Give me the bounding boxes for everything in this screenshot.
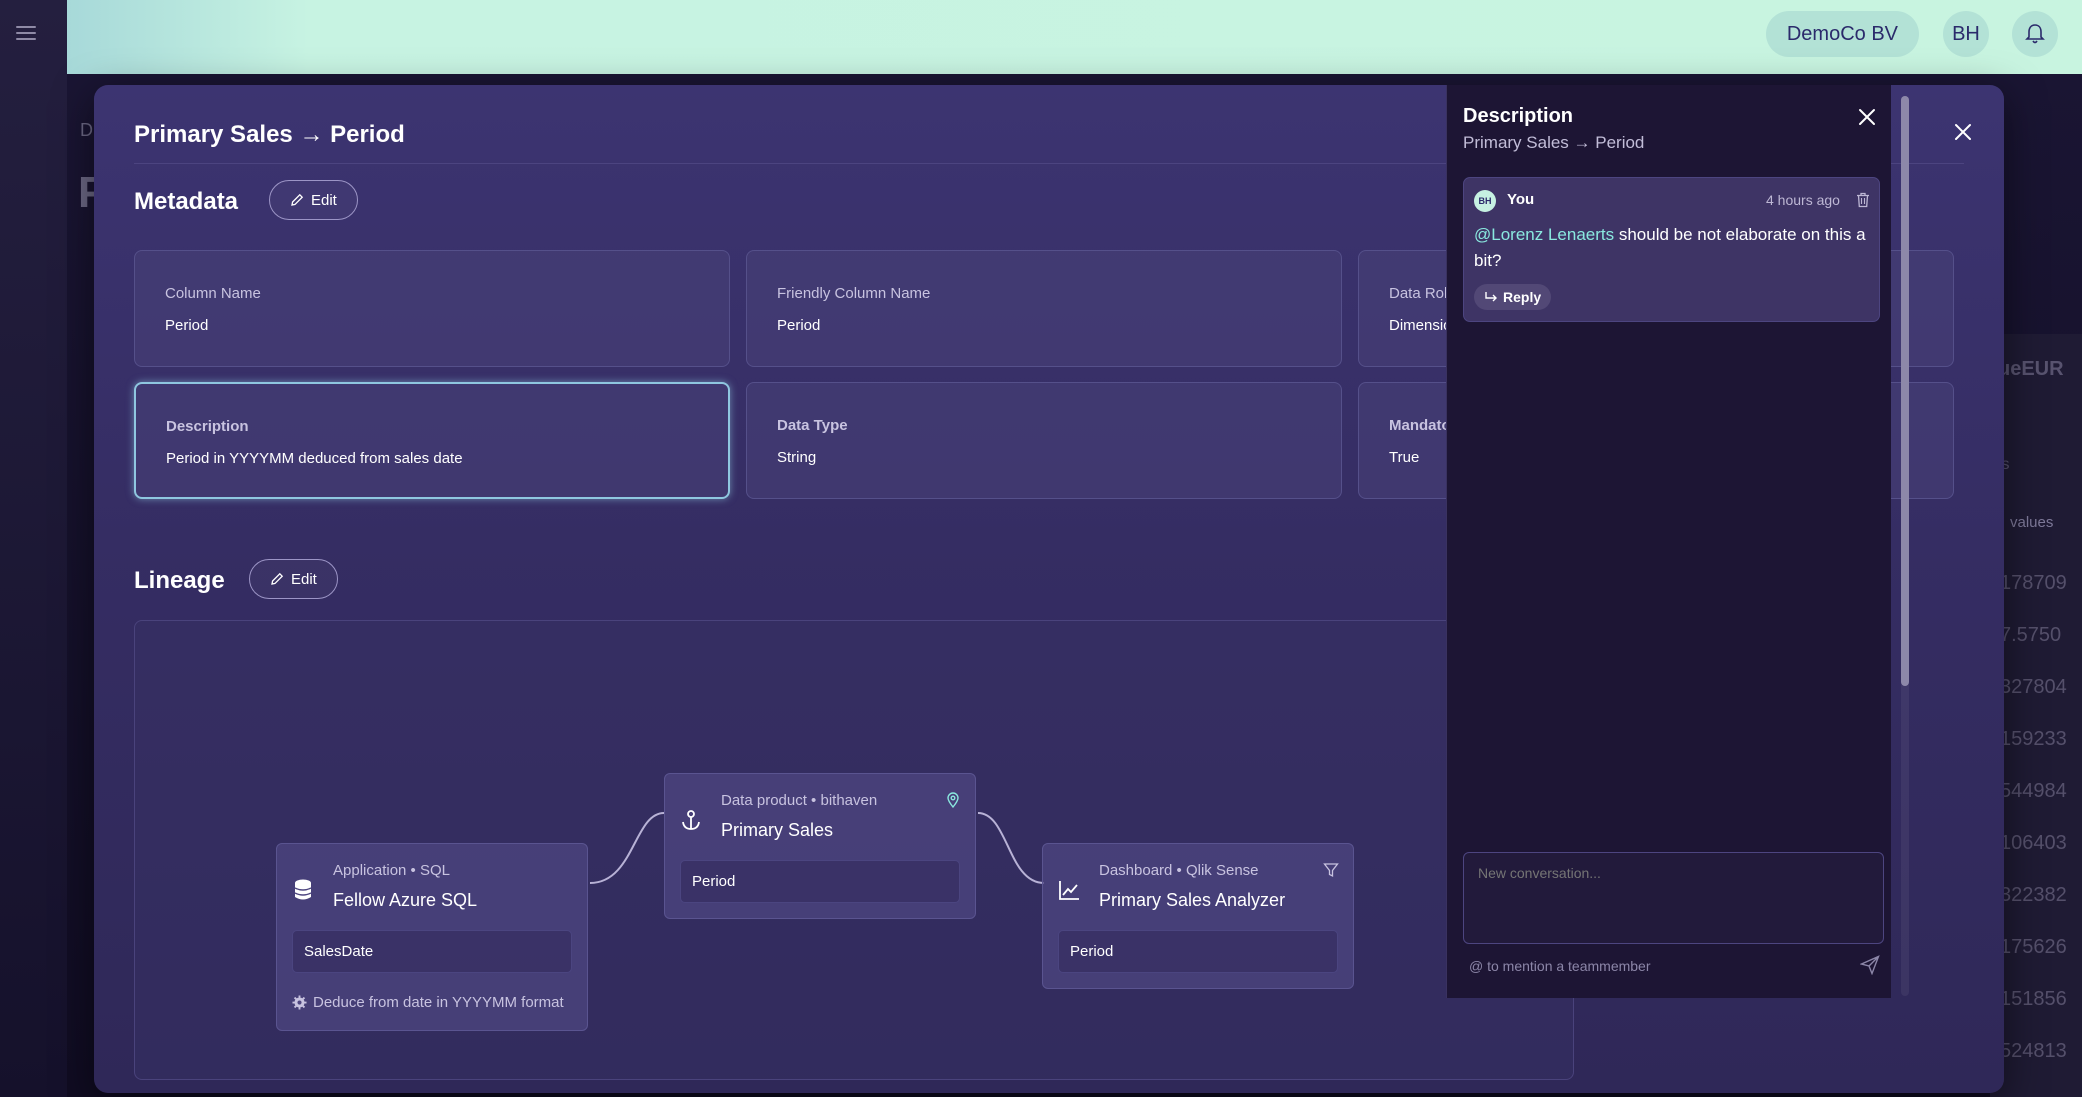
user-avatar-button[interactable]: BH bbox=[1943, 11, 1989, 57]
mention-hint: @ to mention a teammember bbox=[1469, 958, 1651, 974]
transformation-note: Deduce from date in YYYYMM format bbox=[292, 994, 564, 1011]
card-value: Period in YYYYMM deduced from sales date bbox=[166, 450, 463, 467]
hamburger-menu-icon[interactable] bbox=[16, 26, 36, 42]
metadata-card-data-type[interactable]: Data Type String bbox=[746, 382, 1342, 499]
filter-icon bbox=[1323, 863, 1339, 878]
background-value: 544984 bbox=[2000, 780, 2067, 802]
panel-subtitle: Primary Sales → Period bbox=[1463, 133, 1645, 152]
background-value: 175626 bbox=[2000, 936, 2067, 958]
organization-button[interactable]: DemoCo BV bbox=[1765, 11, 1919, 57]
card-label: Friendly Column Name bbox=[777, 285, 931, 302]
comment-text: @Lorenz Lenaerts should be not elaborate… bbox=[1474, 222, 1869, 274]
card-label: Description bbox=[166, 418, 249, 435]
reply-arrow-icon bbox=[1485, 292, 1497, 302]
node-meta: Data product • bithaven bbox=[721, 792, 878, 809]
gear-icon bbox=[292, 995, 307, 1010]
lineage-edit-button[interactable]: Edit bbox=[249, 559, 338, 599]
map-pin-icon bbox=[947, 792, 959, 808]
database-icon bbox=[294, 879, 312, 900]
background-value: 106403 bbox=[2000, 832, 2067, 854]
background-values: 178709 7.5750 327804 159233 544984 10640… bbox=[2000, 572, 2082, 1092]
lineage-node-data-product[interactable]: Data product • bithaven Primary Sales Pe… bbox=[664, 773, 976, 919]
node-meta: Dashboard • Qlik Sense bbox=[1099, 862, 1259, 879]
comment-author: You bbox=[1507, 191, 1535, 208]
background-value: 327804 bbox=[2000, 676, 2067, 698]
metadata-card-friendly-name[interactable]: Friendly Column Name Period bbox=[746, 250, 1342, 367]
comment-timestamp: 4 hours ago bbox=[1766, 192, 1840, 208]
metadata-edit-button[interactable]: Edit bbox=[269, 180, 358, 220]
card-value: True bbox=[1389, 449, 1420, 466]
sidebar bbox=[0, 0, 67, 1097]
lineage-node-dashboard[interactable]: Dashboard • Qlik Sense Primary Sales Ana… bbox=[1042, 843, 1354, 989]
node-name: Primary Sales Analyzer bbox=[1099, 890, 1286, 910]
background-column-values-label: values bbox=[2010, 514, 2054, 531]
send-icon[interactable] bbox=[1860, 955, 1880, 975]
lineage-node-application[interactable]: Application • SQL Fellow Azure SQL Sales… bbox=[276, 843, 588, 1031]
panel-scrollbar-thumb[interactable] bbox=[1901, 96, 1909, 686]
modal-title: Primary Sales → Period bbox=[134, 121, 405, 148]
reply-button[interactable]: Reply bbox=[1474, 284, 1552, 310]
metadata-heading: Metadata bbox=[134, 188, 239, 215]
close-icon[interactable] bbox=[1857, 107, 1877, 127]
reply-label: Reply bbox=[1503, 289, 1542, 305]
card-label: Data Type bbox=[777, 417, 848, 434]
background-value: 524813 bbox=[2000, 1040, 2067, 1062]
trash-icon[interactable] bbox=[1856, 192, 1870, 208]
node-field[interactable]: Period bbox=[1058, 930, 1338, 973]
lineage-heading: Lineage bbox=[134, 567, 225, 594]
note-text: Deduce from date in YYYYMM format bbox=[313, 994, 564, 1011]
card-label: Column Name bbox=[165, 285, 261, 302]
notifications-button[interactable] bbox=[2012, 11, 2058, 57]
metadata-card-description[interactable]: Description Period in YYYYMM deduced fro… bbox=[134, 382, 730, 499]
new-conversation-input[interactable] bbox=[1463, 852, 1884, 944]
node-field[interactable]: SalesDate bbox=[292, 930, 572, 973]
comment-mention[interactable]: @Lorenz Lenaerts bbox=[1474, 225, 1614, 244]
background-value: 7.5750 bbox=[2000, 624, 2062, 646]
edit-label: Edit bbox=[311, 191, 337, 209]
comment-card: BH You 4 hours ago @Lorenz Lenaerts shou… bbox=[1463, 177, 1880, 322]
top-bar: DemoCo BV BH bbox=[67, 0, 2082, 74]
avatar: BH bbox=[1474, 190, 1496, 212]
card-value: Period bbox=[165, 317, 209, 334]
description-comments-panel: Description Primary Sales → Period BH Yo… bbox=[1446, 85, 1891, 998]
node-name: Fellow Azure SQL bbox=[333, 890, 478, 910]
node-name: Primary Sales bbox=[721, 820, 834, 840]
pencil-icon bbox=[271, 572, 284, 585]
panel-title: Description bbox=[1463, 105, 1574, 127]
background-column-header: ueEUR bbox=[1998, 358, 2064, 380]
edit-label: Edit bbox=[291, 570, 317, 588]
background-breadcrumb: D bbox=[80, 120, 93, 140]
pencil-icon bbox=[291, 193, 304, 206]
chart-line-icon bbox=[1059, 881, 1079, 900]
node-field[interactable]: Period bbox=[680, 860, 960, 903]
metadata-card-column-name[interactable]: Column Name Period bbox=[134, 250, 730, 367]
background-value: 151856 bbox=[2000, 988, 2067, 1010]
bell-icon bbox=[2025, 24, 2045, 44]
card-value: String bbox=[777, 449, 817, 466]
anchor-icon bbox=[682, 810, 700, 830]
card-value: Period bbox=[777, 317, 821, 334]
close-icon[interactable] bbox=[1952, 121, 1974, 143]
node-meta: Application • SQL bbox=[333, 862, 450, 879]
background-value: 159233 bbox=[2000, 728, 2067, 750]
background-value: 322382 bbox=[2000, 884, 2067, 906]
background-value: 178709 bbox=[2000, 572, 2067, 594]
